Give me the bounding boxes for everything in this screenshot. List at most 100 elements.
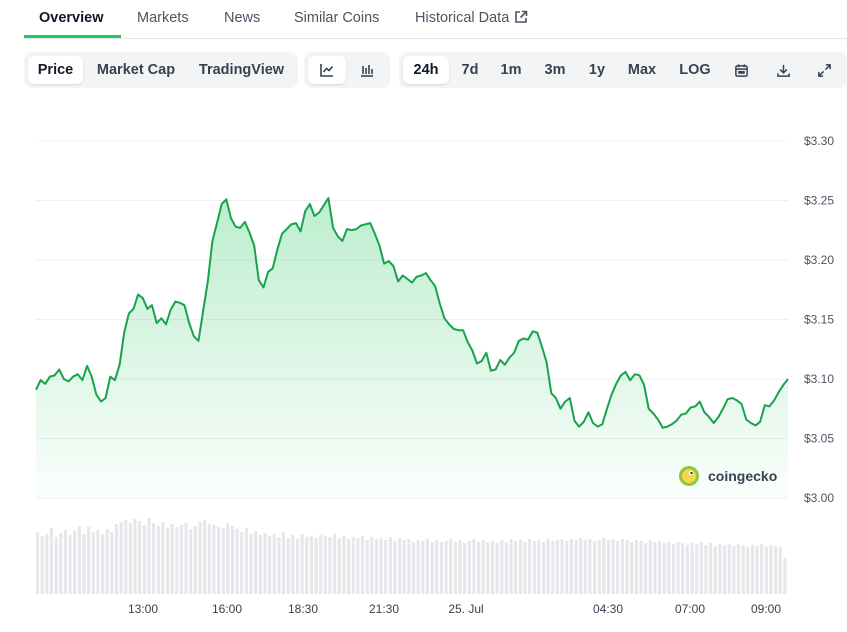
volume-bar <box>736 544 740 594</box>
calendar-button[interactable] <box>726 56 756 84</box>
volume-bar <box>746 547 750 594</box>
range-7d-button[interactable]: 7d <box>452 56 488 84</box>
candlestick-button[interactable] <box>348 56 386 84</box>
volume-bar <box>291 535 295 594</box>
expand-button[interactable] <box>809 56 839 84</box>
volume-bar <box>699 542 703 594</box>
tab-markets[interactable]: Markets <box>137 10 189 26</box>
volume-bar <box>193 526 197 594</box>
tradingview-button[interactable]: TradingView <box>189 56 294 84</box>
volume-bar <box>128 523 132 594</box>
calendar-icon <box>734 63 748 77</box>
range-3m-button[interactable]: 3m <box>536 56 574 84</box>
volume-bar <box>198 522 202 594</box>
volume-bar <box>453 542 457 594</box>
volume-bar <box>597 540 601 594</box>
volume-bar <box>263 533 267 594</box>
x-tick-label: 18:30 <box>288 602 318 616</box>
volume-bar <box>40 536 44 594</box>
y-tick-label: $3.25 <box>804 194 834 208</box>
x-tick-label: 09:00 <box>751 602 781 616</box>
volume-bar <box>630 542 634 594</box>
volume-bar <box>723 545 727 594</box>
volume-bar <box>681 543 685 594</box>
volume-bar <box>774 546 778 594</box>
volume-bar <box>472 539 476 594</box>
active-tab-indicator <box>24 35 121 38</box>
volume-bar <box>388 537 392 594</box>
volume-bar <box>82 534 86 594</box>
volume-bar <box>602 538 606 594</box>
y-tick-label: $3.05 <box>804 432 834 446</box>
volume-bar <box>314 538 318 594</box>
volume-bar <box>305 537 309 594</box>
volume-bar <box>156 526 160 594</box>
volume-bar <box>662 543 666 594</box>
volume-bar <box>616 541 620 594</box>
volume-bar <box>644 543 648 594</box>
price-button[interactable]: Price <box>28 56 83 84</box>
volume-bar <box>166 528 170 594</box>
volume-bar <box>63 530 67 594</box>
volume-bar <box>407 539 411 594</box>
volume-bar <box>760 544 764 594</box>
volume-bar <box>695 544 699 594</box>
volume-bar <box>328 537 332 594</box>
y-tick-label: $3.00 <box>804 491 834 505</box>
volume-bar <box>750 545 754 594</box>
log-scale-button[interactable]: LOG <box>671 56 719 84</box>
line-chart-button[interactable] <box>308 56 346 84</box>
volume-bar <box>565 541 569 594</box>
volume-bar <box>59 533 63 594</box>
volume-bar <box>142 525 146 594</box>
volume-bar <box>620 539 624 594</box>
volume-bar <box>435 540 439 594</box>
tab-historical-data-label: Historical Data <box>415 10 510 26</box>
volume-bar <box>379 538 383 594</box>
range-1m-button[interactable]: 1m <box>493 56 529 84</box>
volume-bar <box>741 545 745 594</box>
volume-bar <box>430 542 434 594</box>
volume-bar <box>542 542 546 594</box>
volume-bar <box>490 541 494 594</box>
volume-bar <box>133 519 137 594</box>
volume-bar <box>105 529 109 594</box>
range-24h-button[interactable]: 24h <box>403 56 449 84</box>
volume-bar <box>347 539 351 594</box>
range-1y-button[interactable]: 1y <box>580 56 614 84</box>
volume-bar <box>96 530 100 594</box>
volume-bar <box>514 541 518 594</box>
volume-bar <box>509 539 513 594</box>
volume-bar <box>579 538 583 594</box>
volume-bar <box>374 539 378 594</box>
x-axis-labels: 13:00 16:00 18:30 21:30 25. Jul 04:30 07:00 09:… <box>128 602 781 616</box>
tab-similar-coins[interactable]: Similar Coins <box>294 10 379 26</box>
expand-icon <box>817 63 831 77</box>
range-max-button[interactable]: Max <box>619 56 665 84</box>
market-cap-button[interactable]: Market Cap <box>89 56 183 84</box>
price-chart[interactable]: $3.30 $3.25 $3.20 $3.15 $3.10 $3.05 $3.00 13:0… <box>0 100 847 632</box>
volume-bar <box>560 539 564 594</box>
volume-bar <box>425 539 429 594</box>
volume-bar <box>537 540 541 594</box>
volume-bar <box>54 537 58 594</box>
price-area-fill <box>36 198 788 498</box>
volume-bar <box>235 529 239 594</box>
volume-bar <box>755 546 759 594</box>
volume-bar <box>676 542 680 594</box>
volume-bar <box>384 540 388 594</box>
coingecko-watermark: coingecko <box>679 466 777 486</box>
volume-bar <box>398 538 402 594</box>
tab-news[interactable]: News <box>224 10 260 26</box>
volume-bar <box>152 523 156 594</box>
x-tick-label: 04:30 <box>593 602 623 616</box>
volume-bar <box>300 534 304 594</box>
volume-bar <box>667 542 671 594</box>
x-tick-label: 16:00 <box>212 602 242 616</box>
volume-bar <box>588 539 592 594</box>
volume-bar <box>226 523 230 594</box>
download-button[interactable] <box>768 56 798 84</box>
tab-overview[interactable]: Overview <box>39 10 104 26</box>
volume-bar <box>360 536 364 594</box>
tab-historical-data[interactable]: Historical Data <box>415 10 528 26</box>
